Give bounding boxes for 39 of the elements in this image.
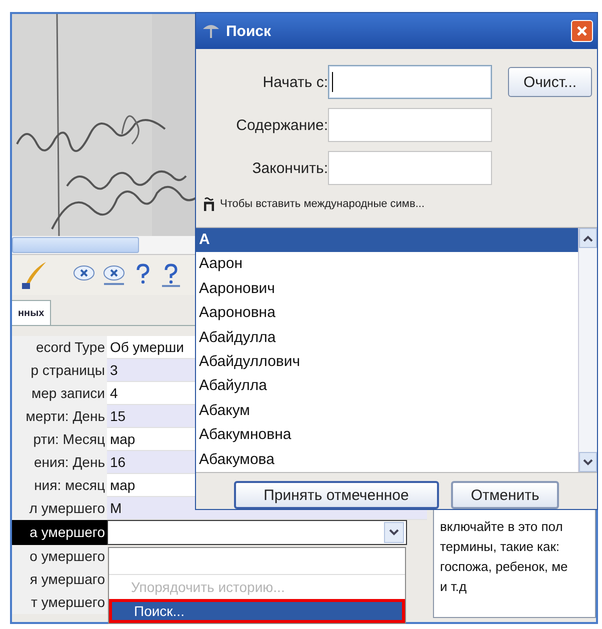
close-icon: [576, 25, 588, 37]
cancel-button[interactable]: Отменить: [450, 481, 560, 509]
tab[interactable]: нных: [12, 300, 52, 325]
chevron-down-icon: [389, 529, 399, 536]
accept-button[interactable]: Принять отмеченное: [234, 481, 439, 509]
field-label: л умершего: [12, 497, 107, 520]
field-label: т умершего: [12, 591, 107, 614]
scroll-down-icon: [583, 458, 593, 466]
hint-text: Чтобы вставить международные симв...: [220, 198, 425, 210]
list-item[interactable]: А: [196, 228, 578, 252]
field-label: о умершего: [12, 545, 107, 568]
clear-button[interactable]: Очист...: [508, 67, 592, 97]
close-button[interactable]: [571, 20, 593, 42]
input-field[interactable]: [328, 108, 492, 142]
field-label: я умершаго: [12, 568, 107, 591]
field-label: мерти: День: [12, 405, 107, 428]
field-label: ния: месяц: [12, 474, 107, 497]
input-field[interactable]: [328, 65, 492, 99]
help-text: включайте в это пол термины, такие как: госпожа, ребенок, ме и т.д: [440, 518, 569, 596]
field-label: Содержание:: [235, 116, 328, 134]
app-icon: [202, 23, 220, 39]
field-label: р страницы: [12, 359, 107, 382]
delete-bubble-icon[interactable]: [102, 264, 126, 286]
pen-icon[interactable]: [20, 260, 48, 290]
field-label: рти: Месяц: [12, 428, 107, 451]
field-label: мер записи: [12, 382, 107, 405]
input-field[interactable]: [328, 151, 492, 185]
field-label: ecord Type: [12, 336, 107, 359]
scroll-up-icon: [583, 234, 593, 242]
menu-item[interactable]: Поиск...: [109, 599, 405, 623]
field-label: а умершего: [12, 520, 107, 545]
field-label: ения: День: [12, 451, 107, 474]
window-title: Поиск: [226, 22, 272, 40]
field-label: Закончить:: [251, 160, 328, 176]
tilde-letter-icon: [204, 197, 214, 211]
field-label: Начать с:: [262, 74, 328, 90]
vertical-scrollbar[interactable]: [578, 228, 597, 472]
dropdown-field[interactable]: [107, 520, 407, 545]
question-icon[interactable]: [160, 263, 182, 287]
